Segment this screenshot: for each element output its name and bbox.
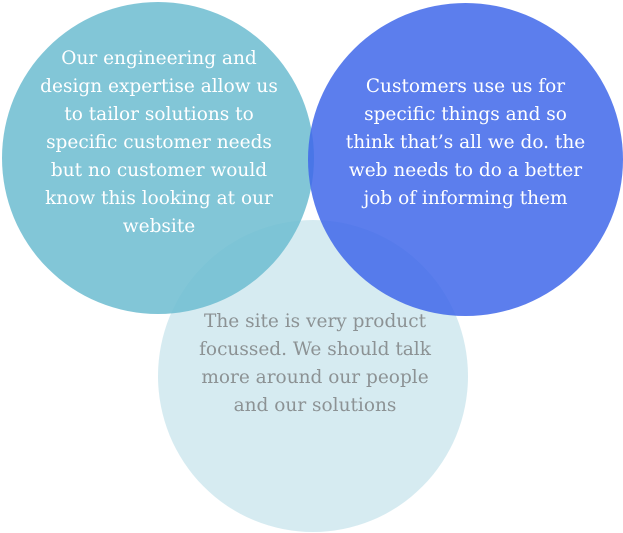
venn-diagram: Our engineering and design expertise all… [0, 0, 623, 533]
engineering-expertise-text: Our engineering and design expertise all… [40, 48, 278, 237]
customers-perception-text: Customers use us for specific things and… [345, 76, 586, 209]
product-focus-text: The site is very product focussed. We sh… [199, 311, 431, 416]
